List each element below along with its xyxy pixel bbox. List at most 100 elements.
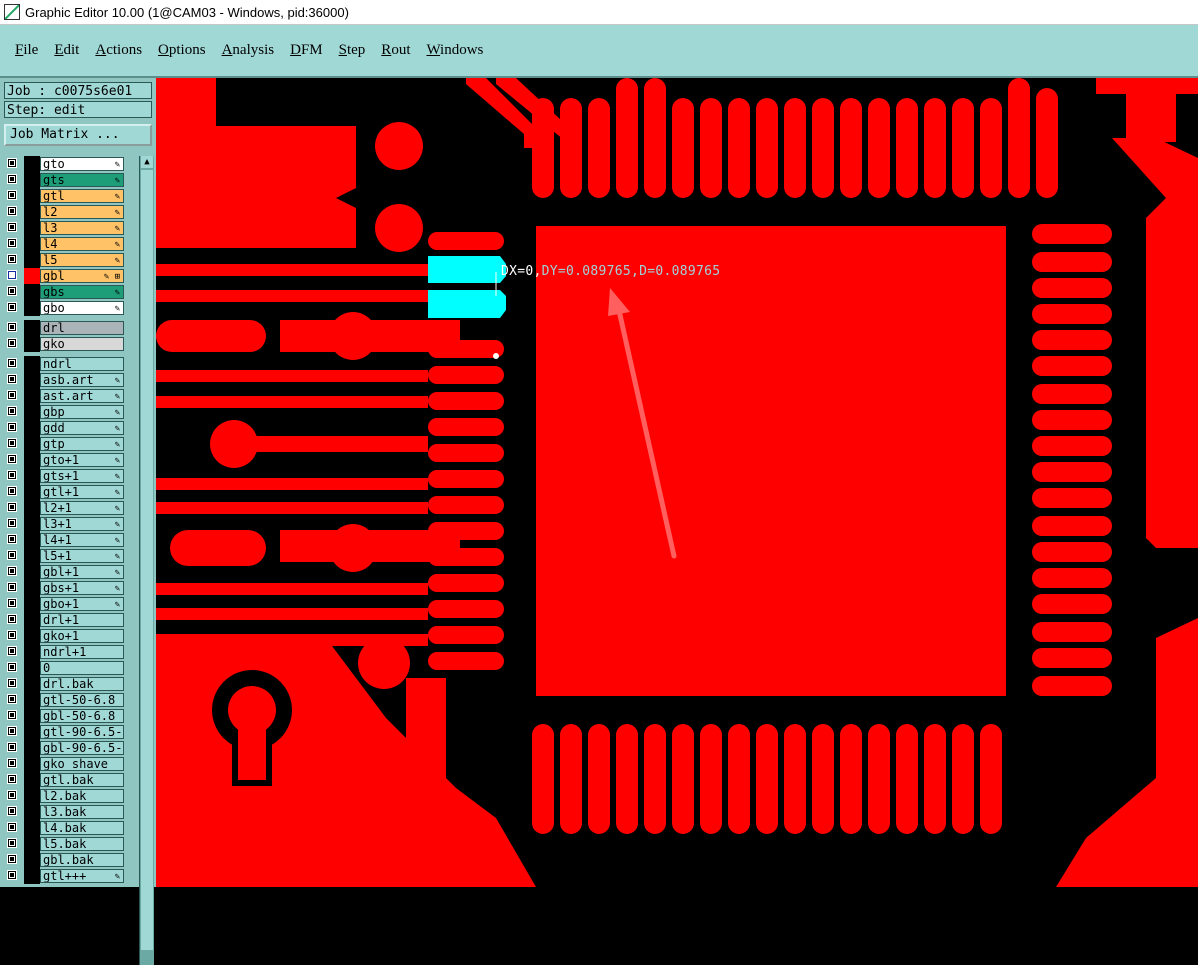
layer-checkbox[interactable] (7, 870, 17, 880)
layer-color-swatch[interactable] (24, 580, 40, 596)
layer-name[interactable]: l5 ✎ (40, 253, 124, 267)
layer-color-swatch[interactable] (24, 660, 40, 676)
layer-row[interactable]: drl.bak (4, 676, 126, 692)
layer-checkbox[interactable] (7, 454, 17, 464)
menu-windows[interactable]: Windows (426, 42, 483, 59)
layer-row[interactable]: gdd ✎ (4, 420, 126, 436)
layer-checkbox[interactable] (7, 438, 17, 448)
layer-name[interactable]: drl+1 (40, 613, 124, 627)
layer-checkbox[interactable] (7, 630, 17, 640)
layer-name[interactable]: gtl.bak (40, 773, 124, 787)
layer-checkbox[interactable] (7, 406, 17, 416)
layer-row[interactable]: gbl-50-6.8 (4, 708, 126, 724)
layer-color-swatch[interactable] (24, 268, 40, 284)
layer-name[interactable]: l4 ✎ (40, 237, 124, 251)
layer-color-swatch[interactable] (24, 236, 40, 252)
layer-row[interactable]: ndrl (4, 356, 126, 372)
layer-color-swatch[interactable] (24, 852, 40, 868)
layer-color-swatch[interactable] (24, 500, 40, 516)
layer-name[interactable]: gbo ✎ (40, 301, 124, 315)
layer-row[interactable]: l5.bak (4, 836, 126, 852)
layer-name[interactable]: gbs ✎ (40, 285, 124, 299)
layer-row[interactable]: gto ✎ (4, 156, 126, 172)
layer-checkbox[interactable] (7, 322, 17, 332)
layer-name[interactable]: gko_shave (40, 757, 124, 771)
layer-checkbox[interactable] (7, 742, 17, 752)
layer-name[interactable]: asb.art ✎ (40, 373, 124, 387)
layer-row[interactable]: gtp ✎ (4, 436, 126, 452)
layer-row[interactable]: gtl ✎ (4, 188, 126, 204)
layer-row[interactable]: gtl+++ ✎ (4, 868, 126, 884)
layer-checkbox[interactable] (7, 502, 17, 512)
layer-name[interactable]: gbl ✎ ⊞ (40, 269, 124, 283)
layer-name[interactable]: gtl+1 ✎ (40, 485, 124, 499)
layer-color-swatch[interactable] (24, 404, 40, 420)
layer-color-swatch[interactable] (24, 596, 40, 612)
layer-checkbox[interactable] (7, 422, 17, 432)
layer-name[interactable]: l2.bak (40, 789, 124, 803)
layer-color-swatch[interactable] (24, 420, 40, 436)
menu-rout[interactable]: Rout (381, 42, 410, 59)
layer-color-swatch[interactable] (24, 220, 40, 236)
layer-row[interactable]: l2+1 ✎ (4, 500, 126, 516)
layer-row[interactable]: asb.art ✎ (4, 372, 126, 388)
layer-color-swatch[interactable] (24, 188, 40, 204)
layer-name[interactable]: drl (40, 321, 124, 335)
layer-row[interactable]: gbs ✎ (4, 284, 126, 300)
layer-name[interactable]: gts+1 ✎ (40, 469, 124, 483)
layer-name[interactable]: ndrl+1 (40, 645, 124, 659)
layer-color-swatch[interactable] (24, 156, 40, 172)
layer-row[interactable]: gtl-50-6.8 (4, 692, 126, 708)
layer-checkbox[interactable] (7, 270, 17, 280)
graphics-canvas[interactable]: DX=0,DY=0.089765,D=0.089765 (156, 78, 1198, 887)
layer-color-swatch[interactable] (24, 320, 40, 336)
layer-color-swatch[interactable] (24, 372, 40, 388)
layer-checkbox[interactable] (7, 662, 17, 672)
layer-name[interactable]: l5+1 ✎ (40, 549, 124, 563)
layer-checkbox[interactable] (7, 390, 17, 400)
layer-row[interactable]: l3 ✎ (4, 220, 126, 236)
layer-name[interactable]: 0 (40, 661, 124, 675)
layer-name[interactable]: l3.bak (40, 805, 124, 819)
layer-color-swatch[interactable] (24, 300, 40, 316)
layer-row[interactable]: gbs+1 ✎ (4, 580, 126, 596)
job-matrix-button[interactable]: Job Matrix ... (4, 124, 152, 146)
layer-name[interactable]: gko+1 (40, 629, 124, 643)
layer-row[interactable]: gbl+1 ✎ (4, 564, 126, 580)
layer-row[interactable]: l4+1 ✎ (4, 532, 126, 548)
layer-checkbox[interactable] (7, 302, 17, 312)
layer-color-swatch[interactable] (24, 564, 40, 580)
layer-name[interactable]: l3+1 ✎ (40, 517, 124, 531)
layer-color-swatch[interactable] (24, 204, 40, 220)
layer-row[interactable]: l3+1 ✎ (4, 516, 126, 532)
layer-checkbox[interactable] (7, 710, 17, 720)
layer-checkbox[interactable] (7, 374, 17, 384)
layer-color-swatch[interactable] (24, 388, 40, 404)
layer-checkbox[interactable] (7, 358, 17, 368)
layer-color-swatch[interactable] (24, 740, 40, 756)
layer-row[interactable]: l3.bak (4, 804, 126, 820)
layer-row[interactable]: drl+1 (4, 612, 126, 628)
layer-color-swatch[interactable] (24, 532, 40, 548)
layer-row[interactable]: drl (4, 320, 126, 336)
layer-color-swatch[interactable] (24, 468, 40, 484)
layer-row[interactable]: l5+1 ✎ (4, 548, 126, 564)
layer-row[interactable]: gko+1 (4, 628, 126, 644)
layer-checkbox[interactable] (7, 678, 17, 688)
layer-checkbox[interactable] (7, 238, 17, 248)
layer-row[interactable]: gtl.bak (4, 772, 126, 788)
menu-edit[interactable]: Edit (54, 42, 79, 59)
layer-name[interactable]: gtl-50-6.8 (40, 693, 124, 707)
layer-checkbox[interactable] (7, 486, 17, 496)
layer-name[interactable]: gtl+++ ✎ (40, 869, 124, 883)
layer-row[interactable]: 0 (4, 660, 126, 676)
layer-row[interactable]: gbo ✎ (4, 300, 126, 316)
layer-row[interactable]: ndrl+1 (4, 644, 126, 660)
layer-name[interactable]: gbp ✎ (40, 405, 124, 419)
layer-name[interactable]: gbl.bak (40, 853, 124, 867)
layer-checkbox[interactable] (7, 854, 17, 864)
layer-name[interactable]: gdd ✎ (40, 421, 124, 435)
layer-name[interactable]: l5.bak (40, 837, 124, 851)
layer-name[interactable]: gtl ✎ (40, 189, 124, 203)
layer-name[interactable]: ndrl (40, 357, 124, 371)
